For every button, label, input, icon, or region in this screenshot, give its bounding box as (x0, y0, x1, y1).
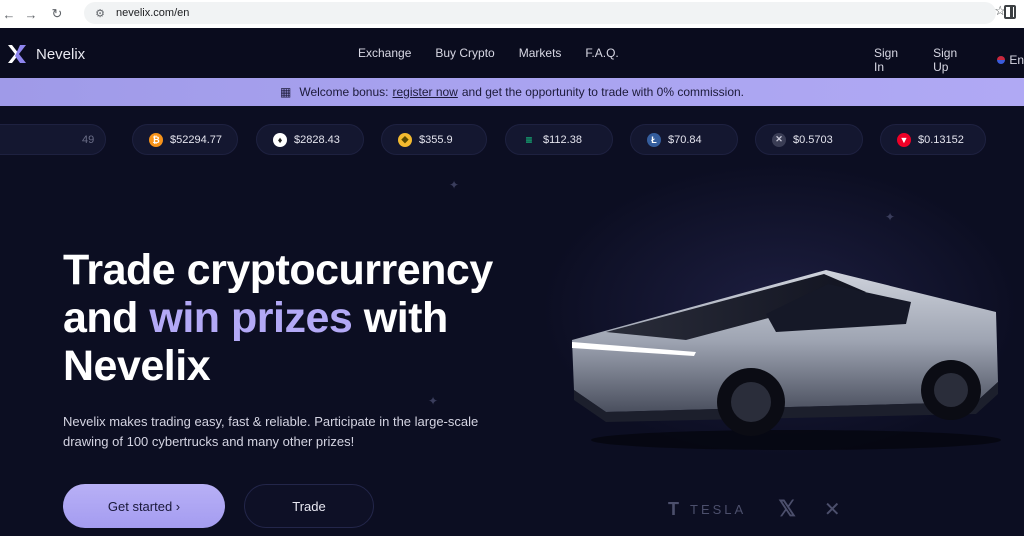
nav-exchange[interactable]: Exchange (358, 46, 411, 60)
nevelix-partner-icon: ✕ (823, 498, 841, 521)
headline-line3: Nevelix (63, 342, 211, 390)
ticker-price: $52294.77 (170, 133, 222, 146)
flag-icon (997, 56, 1006, 64)
headline-line2-pre: and (63, 294, 138, 342)
solana-icon: ≡ (525, 132, 533, 147)
litecoin-icon: Ł (647, 132, 661, 147)
promo-suffix: and get the opportunity to trade with 0%… (461, 85, 745, 99)
headline-accent: win prizes (149, 294, 353, 342)
ticker-item[interactable]: ◆ $355.9 (381, 124, 487, 155)
site-header: Nevelix Exchange Buy Crypto Markets F.A.… (0, 28, 1024, 78)
bnb-icon: ◆ (398, 132, 412, 147)
hero-description: Nevelix makes trading easy, fast & relia… (63, 414, 479, 449)
ticker-price: $0.13152 (918, 133, 964, 146)
get-started-button[interactable]: Get started › (63, 484, 225, 528)
trade-button[interactable]: Trade (244, 484, 374, 528)
brand-logo[interactable]: Nevelix (6, 43, 85, 65)
cybertruck-image (572, 270, 1001, 450)
register-now-link[interactable]: register now (392, 85, 457, 99)
tesla-wordmark: TESLA (690, 501, 747, 517)
arrow-left-icon[interactable]: ← (0, 4, 18, 24)
sparkle-icon: ✦ (449, 178, 460, 192)
ticker-price: $2828.43 (294, 133, 340, 146)
gift-icon: ▦ (279, 85, 292, 99)
promo-prefix: Welcome bonus: (299, 85, 389, 99)
xrp-icon: ✕ (772, 132, 786, 147)
ticker-price: $112.38 (543, 133, 582, 146)
auth-links: Sign In Sign Up En (874, 46, 1024, 74)
sparkle-icon: ✦ (428, 394, 439, 408)
browser-toolbar: ← → ↻ ⚙ nevelix.com/en ☆ (0, 0, 1024, 28)
headline-line2-post: with (363, 294, 448, 342)
x-logo-icon: 𝕏 (778, 496, 796, 521)
tesla-t-icon: T (668, 498, 682, 519)
ticker-item[interactable]: ₿ $52294.77 (132, 124, 238, 155)
sign-in-link[interactable]: Sign In (874, 46, 909, 74)
headline-line1: Trade cryptocurrency (63, 246, 493, 294)
promo-banner: ▦ Welcome bonus: register now and get th… (0, 78, 1024, 106)
ticker-price: 49 (82, 133, 95, 146)
side-panel-icon[interactable] (1004, 5, 1016, 19)
sign-up-link[interactable]: Sign Up (933, 46, 973, 74)
bitcoin-icon: ₿ (149, 132, 163, 147)
url-text[interactable]: nevelix.com/en (116, 7, 189, 19)
sparkle-icon: ✦ (885, 210, 896, 224)
tesla-logo: T TESLA (668, 499, 746, 520)
ticker-price: $355.9 (419, 133, 453, 146)
arrow-right-icon[interactable]: → (18, 4, 44, 24)
tron-icon: ▼ (897, 132, 911, 147)
nav-faq[interactable]: F.A.Q. (585, 46, 618, 60)
address-bar[interactable]: ⚙ nevelix.com/en (84, 2, 996, 24)
reload-icon[interactable]: ↻ (44, 4, 70, 24)
hero-headline: Trade cryptocurrency and win prizes with… (63, 246, 523, 390)
nav-buy-crypto[interactable]: Buy Crypto (435, 46, 494, 60)
ticker-price: $0.5703 (793, 133, 833, 146)
ethereum-icon: ♦ (273, 132, 287, 147)
brand-name: Nevelix (36, 45, 86, 63)
nevelix-logo-icon (6, 43, 28, 65)
language-label: En (1009, 53, 1024, 67)
ticker-price: $70.84 (668, 133, 702, 146)
partner-logos: T TESLA 𝕏 ✕ (668, 496, 841, 522)
nav-markets[interactable]: Markets (519, 46, 562, 60)
tune-icon[interactable]: ⚙ (90, 7, 110, 20)
main-nav: Exchange Buy Crypto Markets F.A.Q. (358, 46, 643, 60)
language-selector[interactable]: En (997, 53, 1024, 67)
ticker-item[interactable]: 49 (0, 124, 106, 155)
ticker-item[interactable]: ♦ $2828.43 (256, 124, 364, 155)
